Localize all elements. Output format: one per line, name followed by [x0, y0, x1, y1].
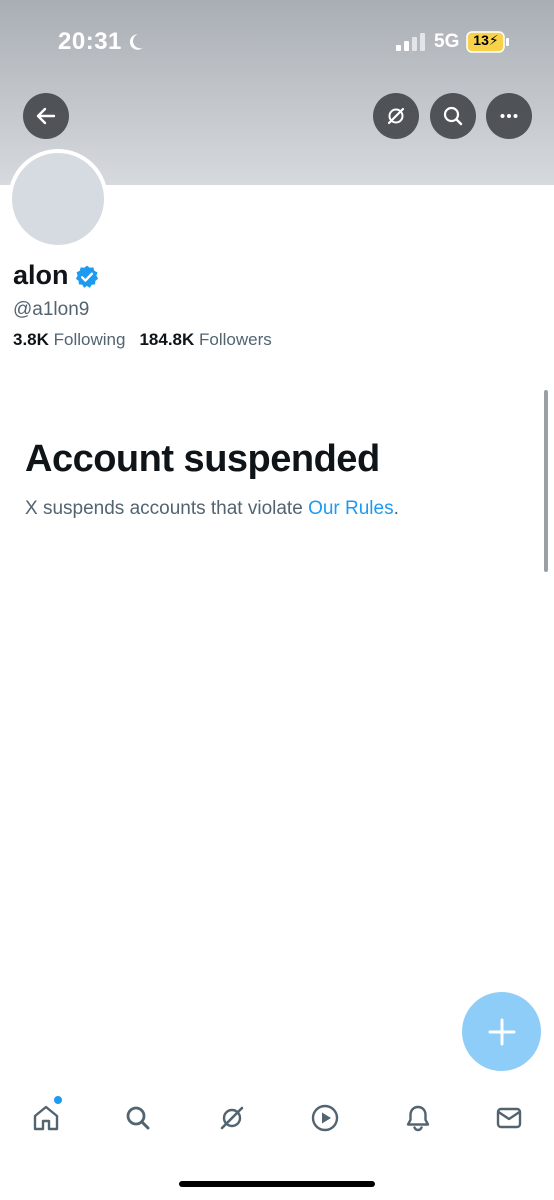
messages-icon: [496, 1107, 522, 1129]
home-notification-dot: [54, 1096, 62, 1104]
more-button[interactable]: [486, 93, 532, 139]
moon-icon: [129, 34, 143, 50]
search-icon: [443, 106, 463, 126]
search-icon: [126, 1106, 150, 1130]
tab-grok[interactable]: [214, 1100, 250, 1136]
network-label: 5G: [434, 31, 460, 52]
suspended-message: X suspends accounts that violate Our Rul…: [25, 498, 399, 519]
profile-handle: @a1lon9: [13, 299, 90, 320]
compose-button[interactable]: [462, 992, 541, 1071]
verified-badge-icon[interactable]: [74, 264, 100, 290]
profile-name-row: alon: [13, 260, 100, 291]
suspended-title: Account suspended: [25, 438, 380, 480]
home-icon: [33, 1105, 59, 1131]
grok-icon: [387, 107, 405, 125]
profile-stats: 3.8K Following 184.8K Followers: [13, 330, 272, 350]
home-indicator[interactable]: [179, 1181, 375, 1187]
tab-video[interactable]: [307, 1100, 343, 1136]
back-arrow-icon: [36, 107, 56, 125]
plus-icon: [488, 1018, 515, 1045]
tab-home[interactable]: [28, 1100, 64, 1136]
following-link[interactable]: 3.8K Following: [13, 330, 125, 349]
followers-link[interactable]: 184.8K Followers: [139, 330, 271, 349]
signal-icon: [396, 33, 425, 51]
tab-messages[interactable]: [491, 1100, 527, 1136]
back-button[interactable]: [23, 93, 69, 139]
grok-button[interactable]: [373, 93, 419, 139]
video-icon: [311, 1104, 339, 1132]
profile-name: alon: [13, 260, 69, 290]
our-rules-link[interactable]: Our Rules: [308, 498, 394, 519]
status-time: 20:31: [58, 28, 122, 55]
more-icon: [500, 114, 518, 118]
bottom-tab-bar: [0, 1088, 554, 1148]
notifications-icon: [406, 1105, 430, 1132]
tab-search[interactable]: [120, 1100, 156, 1136]
tab-notifications[interactable]: [400, 1100, 436, 1136]
battery-level: 13⚡: [473, 32, 499, 48]
search-button[interactable]: [430, 93, 476, 139]
avatar[interactable]: [8, 149, 108, 249]
scrollbar[interactable]: [544, 390, 548, 572]
grok-icon: [220, 1106, 244, 1130]
